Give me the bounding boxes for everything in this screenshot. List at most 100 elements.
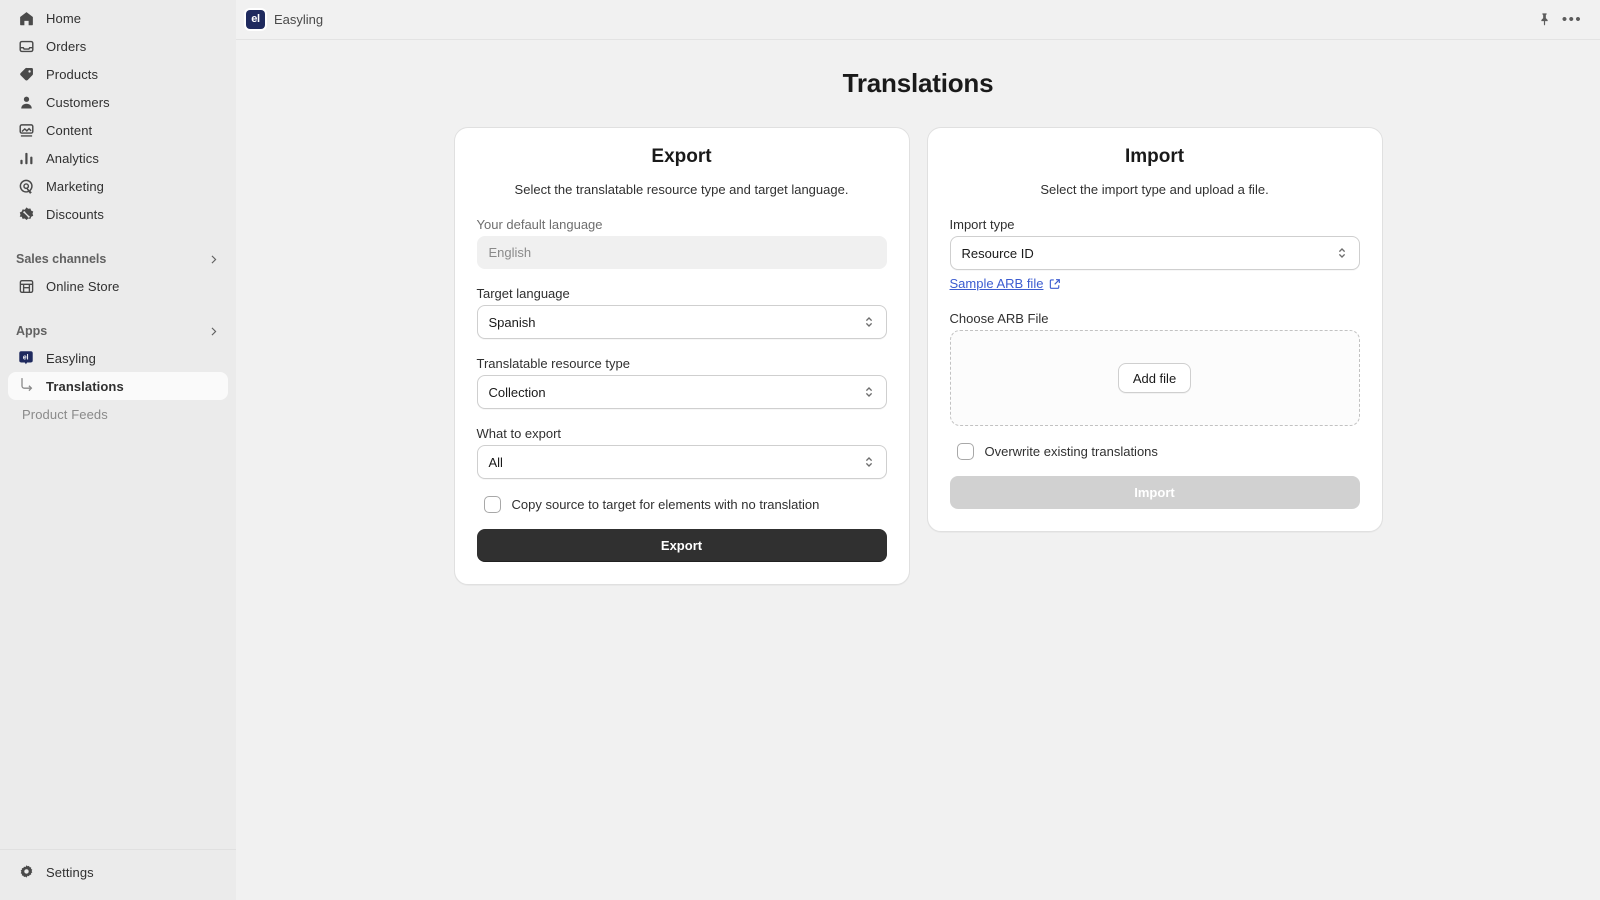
analytics-bars-icon (16, 148, 36, 168)
gear-icon (16, 862, 36, 882)
cards-container: Export Select the translatable resource … (236, 127, 1600, 585)
app-brand: el Easyling (246, 10, 323, 29)
chevron-right-icon[interactable] (207, 325, 220, 338)
sidebar-item-easyling[interactable]: el Easyling (8, 344, 228, 372)
sidebar-item-label: Marketing (46, 180, 104, 193)
resource-type-label: Translatable resource type (477, 356, 887, 371)
chevron-updown-icon (1336, 246, 1348, 260)
svg-text:el: el (23, 354, 29, 361)
home-icon (16, 8, 36, 28)
sidebar-item-label: Orders (46, 40, 86, 53)
chevron-right-icon[interactable] (207, 253, 220, 266)
sidebar-footer: Settings (0, 849, 236, 900)
sidebar-item-label: Content (46, 124, 92, 137)
section-label: Apps (16, 324, 47, 338)
more-horizontal-icon[interactable]: ••• (1558, 6, 1586, 34)
app-root: Home Orders Products Customers Content A (0, 0, 1600, 900)
sidebar-item-label: Products (46, 68, 98, 81)
store-icon (16, 276, 36, 296)
more-dots: ••• (1562, 12, 1582, 27)
what-to-export-select[interactable]: All (477, 445, 887, 479)
sidebar-item-products[interactable]: Products (8, 60, 228, 88)
sidebar-item-analytics[interactable]: Analytics (8, 144, 228, 172)
topbar: el Easyling ••• (236, 0, 1600, 40)
sidebar: Home Orders Products Customers Content A (0, 0, 236, 900)
page-content: Translations Export Select the translata… (236, 40, 1600, 900)
overwrite-checkbox[interactable] (957, 443, 974, 460)
sidebar-item-label: Online Store (46, 280, 119, 293)
sidebar-item-translations[interactable]: Translations (8, 372, 228, 400)
section-label: Sales channels (16, 252, 106, 266)
sidebar-item-customers[interactable]: Customers (8, 88, 228, 116)
sidebar-item-label: Analytics (46, 152, 99, 165)
target-language-select[interactable]: Spanish (477, 305, 887, 339)
sidebar-spacer (0, 228, 236, 246)
export-card-title: Export (477, 146, 887, 168)
customers-person-icon (16, 92, 36, 112)
sidebar-scroll-area: Home Orders Products Customers Content A (0, 0, 236, 849)
discounts-badge-icon (16, 204, 36, 224)
sidebar-section-apps[interactable]: Apps (8, 318, 228, 344)
sidebar-item-label: Settings (46, 866, 94, 879)
sidebar-item-label: Easyling (46, 352, 96, 365)
copy-source-checkbox[interactable] (484, 496, 501, 513)
app-title: Easyling (274, 12, 323, 27)
easyling-app-icon: el (16, 348, 36, 368)
sidebar-item-settings[interactable]: Settings (8, 858, 228, 886)
import-type-value: Resource ID (962, 246, 1336, 261)
target-language-label: Target language (477, 286, 887, 301)
easyling-logo-icon: el (246, 10, 265, 29)
sidebar-item-home[interactable]: Home (8, 4, 228, 32)
import-button[interactable]: Import (950, 476, 1360, 509)
copy-source-checkbox-row[interactable]: Copy source to target for elements with … (484, 496, 887, 513)
chevron-updown-icon (863, 385, 875, 399)
sidebar-item-label: Home (46, 12, 81, 25)
import-type-label: Import type (950, 217, 1360, 232)
overwrite-checkbox-row[interactable]: Overwrite existing translations (957, 443, 1360, 460)
sidebar-item-label: Translations (46, 380, 124, 393)
file-dropzone[interactable]: Add file (950, 330, 1360, 426)
nested-arrow-icon (16, 376, 36, 396)
resource-type-select[interactable]: Collection (477, 375, 887, 409)
sample-arb-file-row[interactable]: Sample ARB file (950, 276, 1360, 291)
copy-source-checkbox-label: Copy source to target for elements with … (512, 497, 820, 512)
sidebar-item-label: Product Feeds (22, 408, 108, 421)
import-type-select[interactable]: Resource ID (950, 236, 1360, 270)
sidebar-item-content[interactable]: Content (8, 116, 228, 144)
export-card-subtitle: Select the translatable resource type an… (477, 182, 887, 197)
what-to-export-value: All (489, 455, 863, 470)
content-image-icon (16, 120, 36, 140)
page-title: Translations (236, 68, 1600, 99)
choose-file-label: Choose ARB File (950, 311, 1360, 326)
default-language-label: Your default language (477, 217, 887, 232)
overwrite-checkbox-label: Overwrite existing translations (985, 444, 1158, 459)
sidebar-item-discounts[interactable]: Discounts (8, 200, 228, 228)
chevron-updown-icon (863, 455, 875, 469)
marketing-target-icon (16, 176, 36, 196)
products-tag-icon (16, 64, 36, 84)
sidebar-item-online-store[interactable]: Online Store (8, 272, 228, 300)
target-language-value: Spanish (489, 315, 863, 330)
default-language-field: English (477, 236, 887, 269)
orders-icon (16, 36, 36, 56)
chevron-updown-icon (863, 315, 875, 329)
external-link-icon[interactable] (1049, 278, 1061, 290)
sidebar-section-sales-channels[interactable]: Sales channels (8, 246, 228, 272)
import-card: Import Select the import type and upload… (927, 127, 1383, 532)
sidebar-item-product-feeds[interactable]: Product Feeds (8, 400, 228, 428)
sample-arb-file-link[interactable]: Sample ARB file (950, 276, 1044, 291)
import-card-title: Import (950, 146, 1360, 168)
pin-icon[interactable] (1530, 6, 1558, 34)
export-card: Export Select the translatable resource … (454, 127, 910, 585)
sidebar-item-marketing[interactable]: Marketing (8, 172, 228, 200)
sidebar-spacer (0, 300, 236, 318)
add-file-button[interactable]: Add file (1118, 363, 1191, 393)
what-to-export-label: What to export (477, 426, 887, 441)
sidebar-item-label: Discounts (46, 208, 104, 221)
sidebar-item-orders[interactable]: Orders (8, 32, 228, 60)
export-button[interactable]: Export (477, 529, 887, 562)
sidebar-item-label: Customers (46, 96, 110, 109)
main-area: el Easyling ••• Translations Export Sele… (236, 0, 1600, 900)
resource-type-value: Collection (489, 385, 863, 400)
import-card-subtitle: Select the import type and upload a file… (950, 182, 1360, 197)
